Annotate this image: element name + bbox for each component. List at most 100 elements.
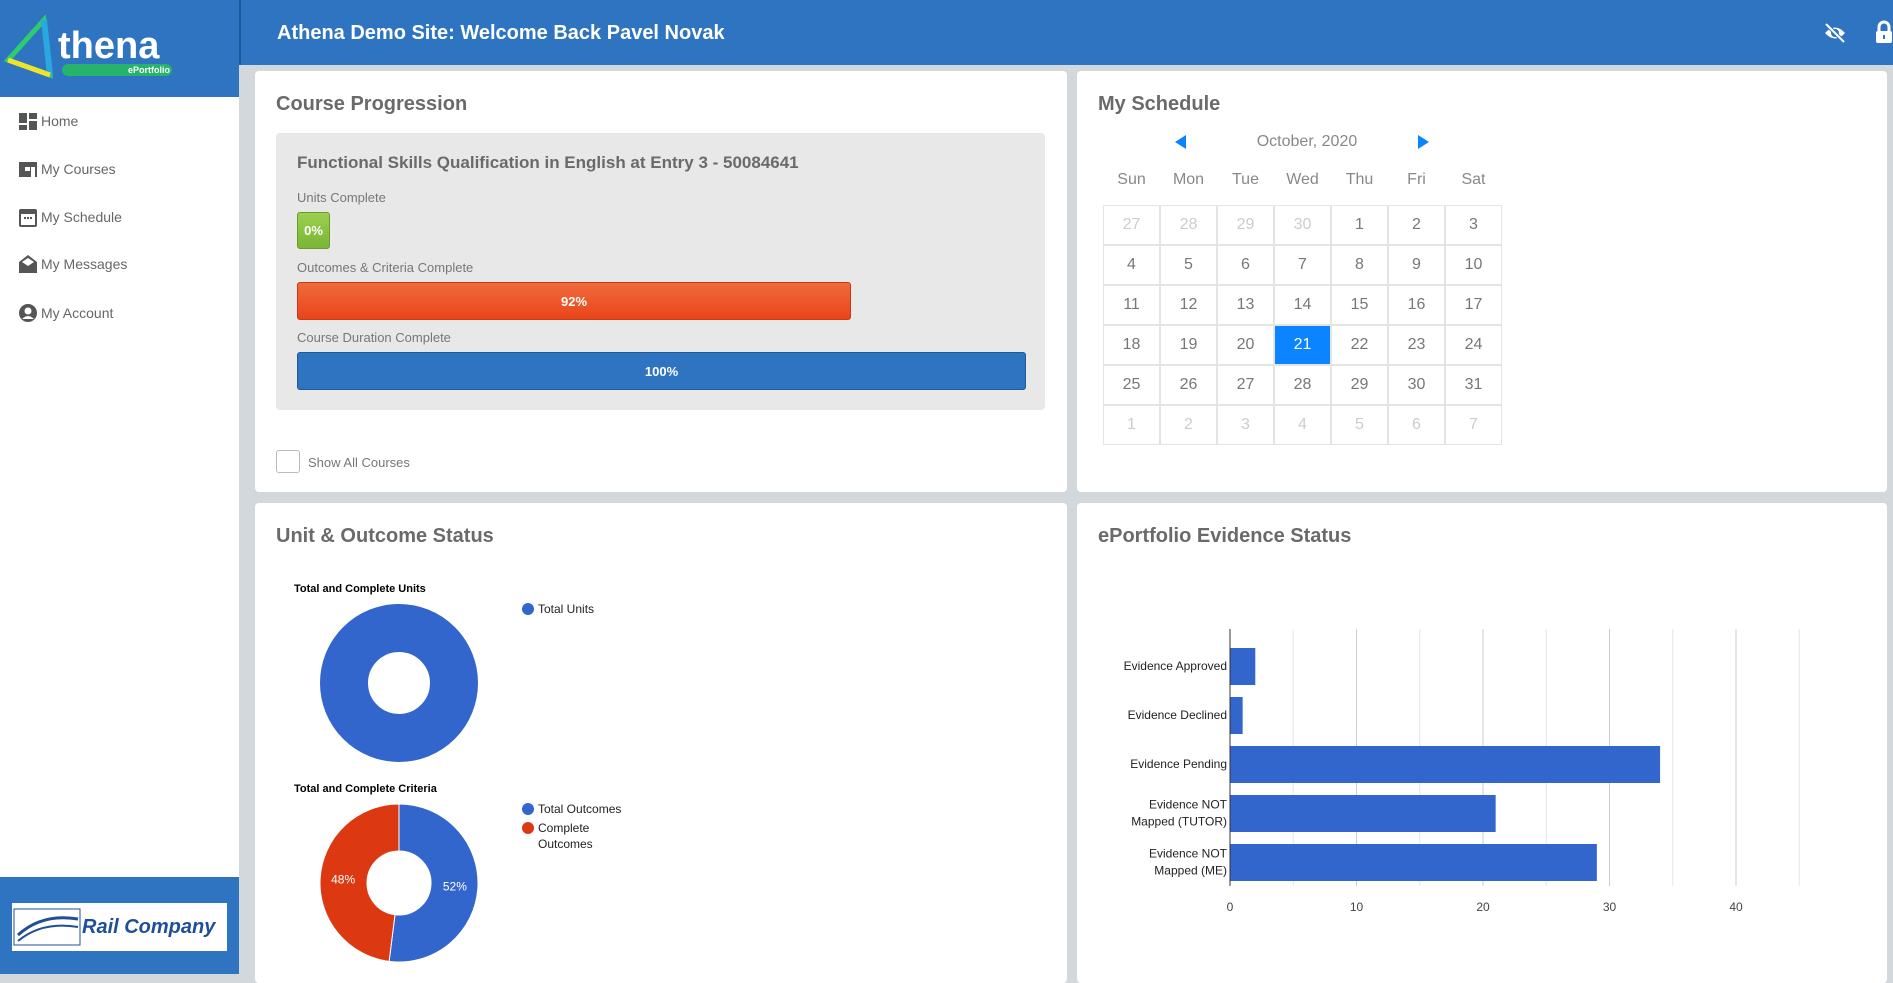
calendar-day[interactable]: 28: [1160, 205, 1217, 245]
slice-label: 48%: [331, 872, 355, 886]
calendar-day[interactable]: 1: [1103, 405, 1160, 445]
prev-month-icon[interactable]: [1174, 134, 1188, 150]
sidebar-item-my-messages[interactable]: My Messages: [18, 254, 127, 274]
calendar-day[interactable]: 11: [1103, 285, 1160, 325]
x-tick-label: 40: [1729, 900, 1743, 914]
units-label: Units Complete: [297, 190, 386, 205]
month-label: October, 2020: [1256, 133, 1358, 150]
units-value: 0%: [304, 223, 323, 238]
sidebar-item-my-schedule[interactable]: My Schedule: [18, 207, 122, 227]
y-category-label: Evidence NOT: [1149, 798, 1228, 812]
calendar-day[interactable]: 3: [1217, 405, 1274, 445]
unit-outcome-status-card: Unit & Outcome Status Total and Complete…: [255, 503, 1067, 983]
calendar-day[interactable]: 24: [1445, 325, 1502, 365]
x-tick-label: 20: [1476, 900, 1490, 914]
calendar-day[interactable]: 20: [1217, 325, 1274, 365]
lock-icon[interactable]: [1875, 20, 1893, 44]
calendar-day[interactable]: 30: [1388, 365, 1445, 405]
calendar-day[interactable]: 22: [1331, 325, 1388, 365]
calendar-day[interactable]: 1: [1331, 205, 1388, 245]
y-category-label: Mapped (TUTOR): [1131, 815, 1227, 829]
show-all-courses-label[interactable]: Show All Courses: [308, 455, 410, 470]
calendar-day[interactable]: 17: [1445, 285, 1502, 325]
legend-label: Outcomes: [538, 837, 593, 851]
calendar-day[interactable]: 15: [1331, 285, 1388, 325]
calendar-day[interactable]: 23: [1388, 325, 1445, 365]
calendar-day[interactable]: 30: [1274, 205, 1331, 245]
calendar-day[interactable]: 18: [1103, 325, 1160, 365]
day-header: Fri: [1407, 171, 1426, 188]
sidebar-item-home[interactable]: Home: [18, 111, 78, 131]
legend-marker: [522, 603, 534, 615]
day-header: Sun: [1117, 171, 1146, 188]
next-month-icon[interactable]: [1417, 134, 1431, 150]
calendar-day[interactable]: 31: [1445, 365, 1502, 405]
bar: [1230, 648, 1256, 685]
user-circle-icon: [19, 304, 37, 322]
courses-icon: [19, 162, 37, 177]
sidebar-item-label: My Messages: [41, 256, 128, 272]
calendar-day[interactable]: 19: [1160, 325, 1217, 365]
athena-logo[interactable]: thena ePortfolio: [0, 0, 239, 97]
calendar-day[interactable]: 13: [1217, 285, 1274, 325]
calendar-day[interactable]: 8: [1331, 245, 1388, 285]
sidebar-item-label: My Account: [41, 305, 114, 321]
day-header: Mon: [1172, 171, 1205, 188]
calendar-day[interactable]: 29: [1331, 365, 1388, 405]
y-category-label: Mapped (ME): [1154, 864, 1227, 878]
show-all-courses-checkbox[interactable]: [276, 450, 300, 473]
card-title: Course Progression: [276, 93, 468, 115]
sidebar-item-my-account[interactable]: My Account: [18, 303, 113, 323]
rail-company-logo: Rail Company: [12, 903, 227, 951]
calendar-day[interactable]: 7: [1445, 405, 1502, 445]
calendar-day[interactable]: 5: [1331, 405, 1388, 445]
calendar-day[interactable]: 4: [1274, 405, 1331, 445]
donut-charts: Total and Complete Units Total Units Tot…: [294, 583, 621, 963]
x-tick-label: 30: [1603, 900, 1617, 914]
calendar-day[interactable]: 2: [1388, 205, 1445, 245]
calendar-day[interactable]: 16: [1388, 285, 1445, 325]
calendar-day[interactable]: 6: [1217, 245, 1274, 285]
chart-title: Total and Complete Units: [294, 583, 426, 595]
duration-progress-bar: 100%: [297, 352, 1026, 390]
calendar-day[interactable]: 28: [1274, 365, 1331, 405]
bar: [1230, 697, 1243, 734]
outcomes-progress-bar: 92%: [297, 282, 852, 320]
calendar-day[interactable]: 14: [1274, 285, 1331, 325]
page-title: Athena Demo Site: Welcome Back Pavel Nov…: [277, 22, 725, 44]
outcomes-value: 92%: [561, 293, 588, 309]
dashboard-icon: [19, 113, 37, 130]
company-name: Rail Company: [82, 915, 216, 938]
calendar-day[interactable]: 25: [1103, 365, 1160, 405]
calendar-day[interactable]: 6: [1388, 405, 1445, 445]
calendar-day[interactable]: 4: [1103, 245, 1160, 285]
legend-label: Total Outcomes: [538, 802, 621, 816]
bar: [1230, 844, 1597, 881]
calendar-day[interactable]: 26: [1160, 365, 1217, 405]
calendar-day[interactable]: 10: [1445, 245, 1502, 285]
calendar-day[interactable]: 7: [1274, 245, 1331, 285]
calendar-day[interactable]: 5: [1160, 245, 1217, 285]
calendar-day[interactable]: 29: [1217, 205, 1274, 245]
svg-text:ePortfolio: ePortfolio: [128, 65, 171, 75]
top-header: Athena Demo Site: Welcome Back Pavel Nov…: [239, 0, 1893, 65]
day-header: Thu: [1345, 171, 1374, 188]
sidebar-item-label: My Schedule: [41, 209, 122, 225]
y-category-label: Evidence Approved: [1124, 659, 1227, 673]
calendar-day[interactable]: 27: [1103, 205, 1160, 245]
calendar-day[interactable]: 12: [1160, 285, 1217, 325]
eye-slash-icon[interactable]: [1823, 22, 1847, 44]
day-header: Tue: [1232, 171, 1259, 188]
calendar-icon: [19, 209, 37, 227]
evidence-bar-chart: 0 10 20 30 40 Evidence Approved Evidence Decli…: [1124, 629, 1800, 914]
calendar-day[interactable]: 27: [1217, 365, 1274, 405]
calendar-day[interactable]: 2: [1160, 405, 1217, 445]
calendar-day[interactable]: 9: [1388, 245, 1445, 285]
bar: [1230, 795, 1496, 832]
calendar-day[interactable]: 21: [1274, 325, 1331, 365]
legend-label: Complete: [538, 821, 590, 835]
x-tick-label: 0: [1227, 900, 1234, 914]
legend-marker: [522, 803, 534, 815]
calendar-day[interactable]: 3: [1445, 205, 1502, 245]
sidebar-item-my-courses[interactable]: My Courses: [18, 159, 116, 179]
